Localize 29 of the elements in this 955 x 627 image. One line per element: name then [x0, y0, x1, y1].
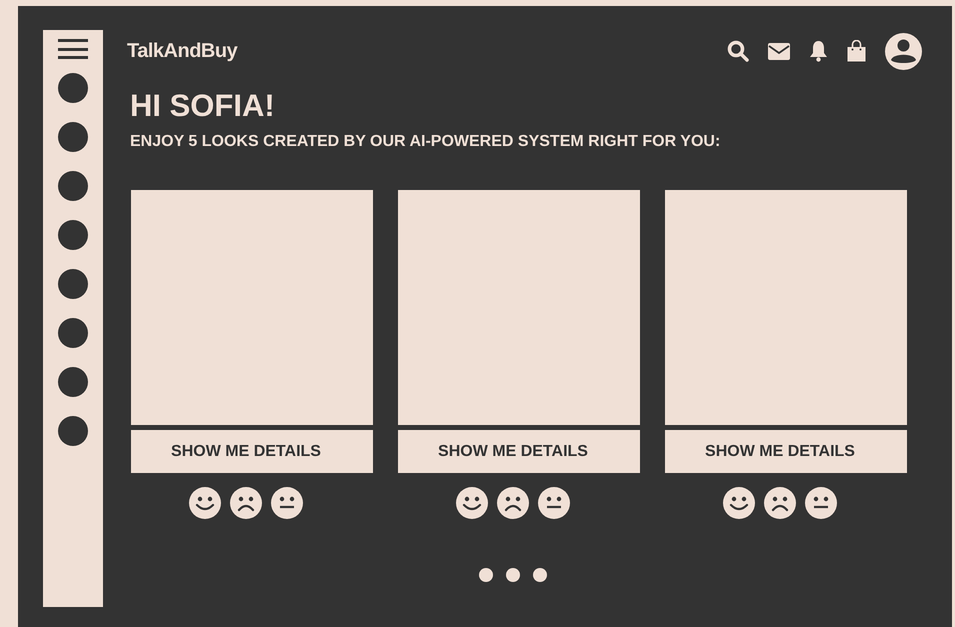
- greeting: HI SOFIA!: [130, 90, 276, 121]
- details-button[interactable]: SHOW ME DETAILS: [665, 430, 907, 473]
- bell-icon[interactable]: [809, 40, 828, 62]
- sad-face-icon[interactable]: [230, 487, 262, 519]
- shopping-bag-icon[interactable]: [847, 40, 866, 62]
- neutral-face-icon[interactable]: [538, 487, 570, 519]
- subtitle: ENJOY 5 LOOKS CREATED BY OUR AI-POWERED SYSTEM RIGHT FOR YOU:: [130, 134, 722, 150]
- sidebar-item[interactable]: [58, 73, 88, 103]
- sidebar-item[interactable]: [58, 318, 88, 348]
- menu-icon[interactable]: [58, 39, 88, 59]
- mail-icon[interactable]: [768, 42, 790, 60]
- happy-face-icon[interactable]: [189, 487, 221, 519]
- happy-face-icon[interactable]: [456, 487, 488, 519]
- brand-logo[interactable]: TalkAndBuy: [127, 36, 238, 66]
- details-button[interactable]: SHOW ME DETAILS: [131, 430, 373, 473]
- details-button[interactable]: SHOW ME DETAILS: [398, 430, 640, 473]
- sidebar-item[interactable]: [58, 220, 88, 250]
- happy-face-icon[interactable]: [723, 487, 755, 519]
- sad-face-icon[interactable]: [764, 487, 796, 519]
- sad-face-icon[interactable]: [497, 487, 529, 519]
- neutral-face-icon[interactable]: [805, 487, 837, 519]
- sidebar-item[interactable]: [58, 269, 88, 299]
- sidebar-item[interactable]: [58, 416, 88, 446]
- search-icon[interactable]: [727, 40, 749, 62]
- sidebar-item[interactable]: [58, 367, 88, 397]
- sidebar-item[interactable]: [58, 171, 88, 201]
- avatar-icon[interactable]: [885, 32, 922, 70]
- sidebar-item[interactable]: [58, 122, 88, 152]
- neutral-face-icon[interactable]: [271, 487, 303, 519]
